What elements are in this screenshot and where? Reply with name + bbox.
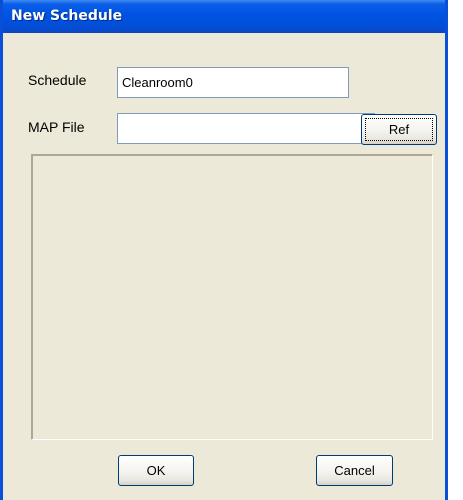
map-file-input[interactable] — [117, 113, 375, 144]
ref-button[interactable]: Ref — [361, 114, 437, 145]
schedule-content-panel — [31, 154, 433, 440]
schedule-input[interactable] — [117, 67, 349, 98]
cancel-button-label: Cancel — [334, 463, 375, 478]
ok-button-label: OK — [146, 463, 166, 478]
cancel-button[interactable]: Cancel — [316, 455, 393, 486]
title-bar[interactable]: New Schedule — [3, 0, 445, 33]
map-file-label: MAP File — [28, 119, 85, 135]
ok-button[interactable]: OK — [118, 455, 194, 486]
window-title: New Schedule — [11, 8, 123, 24]
schedule-label: Schedule — [28, 72, 87, 88]
ref-button-label: Ref — [388, 122, 410, 137]
new-schedule-dialog: New Schedule Schedule MAP File Ref OK Ca… — [0, 0, 448, 500]
